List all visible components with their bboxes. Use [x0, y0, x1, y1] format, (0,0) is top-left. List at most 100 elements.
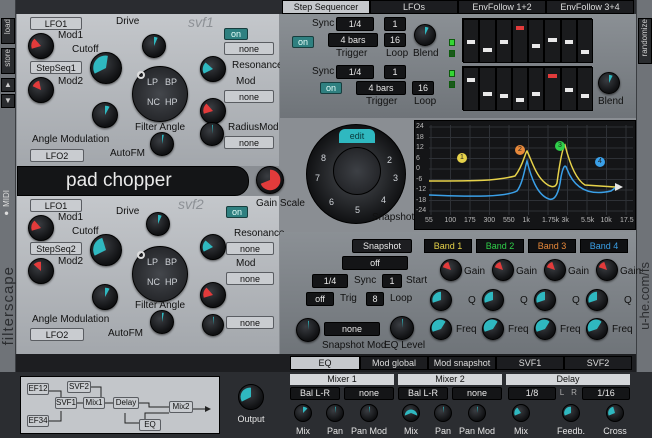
snapshot-5[interactable]: 5	[355, 205, 360, 215]
svf2-cutoff-knob[interactable]	[90, 234, 122, 266]
mixer2-mix-knob[interactable]	[402, 404, 420, 422]
seq-step[interactable]	[511, 19, 528, 63]
svf2-radiusmod-knob[interactable]	[202, 314, 224, 336]
tab-step-sequencer[interactable]: Step Sequencer	[282, 0, 370, 14]
eq-band-1-freq-knob[interactable]	[430, 318, 452, 340]
snapshot-loop-value[interactable]: 8	[366, 292, 384, 306]
snapshot-2[interactable]: 2	[387, 155, 392, 165]
svf1-autofm-knob[interactable]	[150, 132, 174, 156]
mixer2-pan-knob[interactable]	[434, 404, 452, 422]
seq2-step-grid[interactable]	[462, 66, 593, 111]
delay-left-time[interactable]: 1/8	[508, 387, 556, 400]
svf1-mod1-source[interactable]: LFO1	[30, 17, 82, 30]
store-button[interactable]: store	[1, 48, 15, 74]
seq-step[interactable]	[479, 67, 496, 111]
eq-band-3-freq-knob[interactable]	[534, 318, 556, 340]
load-button[interactable]: load	[1, 18, 15, 44]
eq-band-1-header[interactable]: Band 1	[424, 239, 472, 253]
mixer1-mode[interactable]: Bal L-R	[290, 387, 340, 400]
route-svf2[interactable]: SVF2	[67, 381, 91, 393]
delay-cross-knob[interactable]	[606, 404, 624, 422]
seq1-on-toggle[interactable]: on	[292, 36, 314, 48]
eq-band-4-q-knob[interactable]	[586, 289, 608, 311]
seq-step[interactable]	[576, 19, 593, 63]
tab-svf1[interactable]: SVF1	[496, 356, 564, 370]
snapshot-sync-value[interactable]: 1/4	[312, 274, 348, 288]
svf1-resonance-knob[interactable]	[200, 56, 226, 82]
gain-scale-knob[interactable]	[256, 166, 284, 194]
seq-step[interactable]	[544, 19, 561, 63]
svf1-mod-knob[interactable]	[200, 98, 226, 124]
mixer2-mode[interactable]: Bal L-R	[398, 387, 448, 400]
mixer1-panmod-knob[interactable]	[360, 404, 378, 422]
eq-level-knob[interactable]	[390, 316, 414, 340]
eq-band-1-gain-knob[interactable]	[440, 259, 462, 281]
snapshot-7[interactable]: 7	[315, 173, 320, 183]
eq-node-4[interactable]: 4	[595, 157, 605, 167]
svf1-radius-source[interactable]: none	[224, 136, 274, 149]
svf2-mod-knob[interactable]	[200, 282, 226, 308]
seq-step[interactable]	[479, 19, 496, 63]
svf2-mod2-knob[interactable]	[28, 258, 54, 284]
route-delay[interactable]: Delay	[113, 397, 139, 409]
svf1-angle-mod-knob[interactable]	[92, 102, 118, 128]
eq-band-2-q-knob[interactable]	[482, 289, 504, 311]
route-ef34[interactable]: EF34	[27, 415, 49, 427]
delay-mix-knob[interactable]	[512, 404, 530, 422]
eq-band-3-header[interactable]: Band 3	[528, 239, 576, 253]
tab-envfollow-34[interactable]: EnvFollow 3+4	[546, 0, 634, 14]
snapshot-mod-knob[interactable]	[296, 318, 320, 342]
route-svf1[interactable]: SVF1	[55, 397, 77, 409]
eq-band-1-q-knob[interactable]	[430, 289, 452, 311]
route-eq[interactable]: EQ	[139, 419, 161, 431]
routing-diagram[interactable]: EF12 EF34 SVF2 SVF1 Mix1 Delay Mix2 EQ	[20, 376, 220, 434]
tab-mod-global[interactable]: Mod global	[360, 356, 428, 370]
svf2-radius-source[interactable]: none	[226, 316, 274, 329]
preset-display[interactable]: pad chopper	[17, 166, 249, 196]
svf1-angle-source[interactable]: LFO2	[30, 149, 84, 162]
delay-feedback-knob[interactable]	[562, 404, 580, 422]
seq1-trigger-value[interactable]: 4 bars	[328, 33, 378, 47]
seq1-step-grid[interactable]	[462, 18, 593, 63]
preset-up-button[interactable]: ▲	[1, 78, 15, 92]
svf2-mod-source[interactable]: none	[226, 272, 274, 285]
seq2-trigger-value[interactable]: 4 bars	[356, 81, 406, 95]
seq-step[interactable]	[495, 67, 512, 111]
seq-step[interactable]	[544, 67, 561, 111]
svf1-mode-dial[interactable]: LP BP NC HP	[132, 66, 188, 122]
svf1-on-toggle[interactable]: on	[224, 28, 248, 40]
svf2-angle-source[interactable]: LFO2	[30, 328, 84, 341]
seq-step[interactable]	[528, 67, 545, 111]
seq1-blend-knob[interactable]	[414, 24, 436, 46]
svf2-on-toggle[interactable]: on	[226, 206, 248, 218]
preset-down-button[interactable]: ▼	[1, 94, 15, 108]
route-mix2[interactable]: Mix2	[169, 401, 193, 413]
seq-step[interactable]	[560, 67, 577, 111]
seq1-sync-multiplier[interactable]: 1	[384, 17, 406, 31]
svf1-radiusmod-knob[interactable]	[200, 122, 224, 146]
mixer2-panmod-knob[interactable]	[468, 404, 486, 422]
seq-step[interactable]	[463, 19, 480, 63]
snapshot-wheel[interactable]: edit 2 3 4 5 6 7 8	[306, 124, 406, 224]
route-mix1[interactable]: Mix1	[83, 397, 105, 409]
mixer2-source[interactable]: none	[452, 387, 502, 400]
seq2-sync-multiplier[interactable]: 1	[384, 65, 406, 79]
mixer1-mix-knob[interactable]	[294, 404, 312, 422]
output-knob[interactable]	[238, 384, 264, 410]
eq-band-2-gain-knob[interactable]	[492, 259, 514, 281]
eq-graph[interactable]: 24 18 12 6 0 -6 -12 -18 -24 55 100 175 300 550 1k 1.75…	[414, 120, 636, 230]
mixer1-source[interactable]: none	[344, 387, 394, 400]
svf1-mod2-knob[interactable]	[28, 77, 54, 103]
svf1-mod-source[interactable]: none	[224, 90, 274, 103]
svf2-angle-mod-knob[interactable]	[92, 284, 118, 310]
seq1-sync-value[interactable]: 1/4	[336, 17, 374, 31]
seq2-on-toggle[interactable]: on	[320, 82, 342, 94]
svf1-drive-source[interactable]: none	[224, 42, 274, 55]
seq1-loop-value[interactable]: 16	[384, 33, 406, 47]
snapshot-mod-source[interactable]: none	[324, 322, 380, 336]
svf2-mod2-source[interactable]: StepSeq2	[30, 242, 82, 255]
svf2-autofm-knob[interactable]	[150, 310, 174, 334]
snapshot-mode-value[interactable]: off	[342, 256, 408, 270]
seq2-blend-knob[interactable]	[598, 72, 620, 94]
eq-band-3-gain-knob[interactable]	[544, 259, 566, 281]
